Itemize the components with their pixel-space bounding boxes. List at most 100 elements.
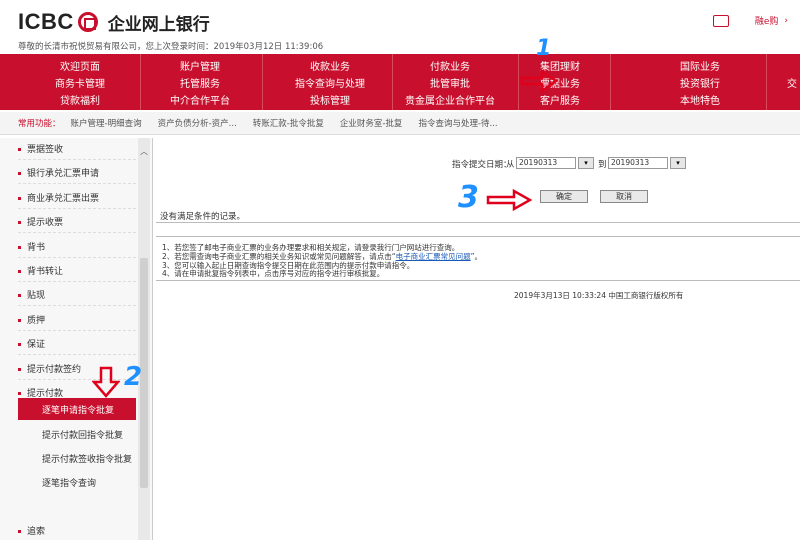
- bullet-icon: [18, 172, 21, 176]
- annotation-number-1: 1: [536, 36, 552, 61]
- quick-function-link[interactable]: 账户管理-明细查询: [71, 117, 142, 129]
- cart-icon[interactable]: [712, 14, 729, 27]
- brand-text: ICBC: [18, 9, 74, 34]
- cancel-button[interactable]: 取消: [600, 190, 648, 203]
- nav-divider: [518, 54, 519, 110]
- from-date-input[interactable]: 20190313: [516, 157, 576, 169]
- logo: ICBC 企业网上银行: [18, 9, 210, 35]
- sidebar-item[interactable]: 保证: [18, 337, 45, 350]
- bullet-icon: [18, 318, 21, 322]
- nav-item[interactable]: 付款业务: [430, 58, 470, 73]
- annotation-arrow-2: [92, 366, 120, 398]
- tip-line: 4、请在申请批复指令列表中，点击序号对应的指令进行审核批复。: [162, 269, 385, 279]
- annotation-number-3: 3: [458, 180, 479, 215]
- sidebar-divider: [18, 159, 136, 160]
- divider: [156, 236, 800, 237]
- main-nav: 欢迎页面 账户管理 收款业务 付款业务 集团理财 国际业务 商务卡管理 托管服务 指令查询与处理…: [0, 54, 800, 110]
- sidebar-item-label: 票据签收: [27, 145, 64, 155]
- bullet-icon: [18, 530, 21, 533]
- quick-function-link[interactable]: 转账汇款-批令批复: [253, 117, 324, 129]
- chevron-right-icon[interactable]: ›: [784, 16, 788, 26]
- sidebar-item[interactable]: 追索: [18, 524, 45, 537]
- divider: [156, 280, 800, 281]
- nav-item[interactable]: 国际业务: [680, 58, 720, 73]
- nav-item[interactable]: 投标管理: [310, 92, 350, 107]
- sidebar-item[interactable]: 质押: [18, 313, 45, 326]
- nav-item[interactable]: 托管服务: [180, 75, 220, 90]
- no-result-text: 没有满足条件的记录。: [160, 212, 246, 222]
- nav-item[interactable]: 中介合作平台: [170, 92, 230, 107]
- nav-item[interactable]: 账户管理: [180, 58, 220, 73]
- sidebar-item-label: 贴现: [27, 291, 46, 302]
- sidebar-item-label: 提示收票: [27, 218, 64, 229]
- nav-item[interactable]: 贷款福利: [60, 92, 100, 107]
- nav-divider: [262, 54, 263, 110]
- nav-item[interactable]: 贵金属企业合作平台: [405, 92, 495, 107]
- sidebar-item-label: 质押: [27, 315, 46, 326]
- site-title: 企业网上银行: [107, 14, 210, 35]
- sidebar-item-label: 背书: [27, 242, 46, 253]
- sidebar-item[interactable]: 商业承兑汇票出票: [18, 191, 99, 204]
- sidebar-subitem-label: 逐笔申请指令批复: [42, 406, 115, 416]
- nav-item[interactable]: 商务卡管理: [55, 75, 105, 90]
- tips-block: 1、若您签了邮电子商业汇票的业务办理要求和相关规定，请登录我行门户网站进行查询。…: [162, 243, 482, 279]
- sidebar-item-label: 背书转让: [27, 267, 64, 277]
- to-date-input[interactable]: 20190313: [608, 157, 668, 169]
- bullet-icon: [18, 392, 21, 395]
- emall-link[interactable]: 融e购: [755, 14, 779, 27]
- bullet-icon: [18, 367, 21, 371]
- annotation-arrow-3: [486, 188, 532, 212]
- nav-divider: [140, 54, 141, 110]
- sidebar-divider: [18, 207, 136, 209]
- bullet-icon: [18, 221, 21, 225]
- scroll-up-icon[interactable]: ︿: [140, 146, 148, 157]
- nav-item[interactable]: 收款业务: [310, 58, 350, 73]
- sidebar-item[interactable]: 提示付款签约: [18, 362, 81, 375]
- top-header: ICBC 企业网上银行 尊敬的长清市祝悦贸易有限公司，您上次登录时间：2019年…: [0, 0, 800, 52]
- confirm-button[interactable]: 确定: [540, 190, 588, 203]
- faq-link[interactable]: 电子商业汇票常见问题: [396, 252, 471, 261]
- bullet-icon: [18, 294, 21, 298]
- bullet-icon: [18, 148, 21, 151]
- sidebar-item[interactable]: 背书: [18, 240, 45, 253]
- sidebar-subitem-active[interactable]: 逐笔申请指令批复: [18, 398, 136, 420]
- sidebar-subitem[interactable]: 逐笔指令查询: [42, 476, 96, 489]
- quick-function-link[interactable]: 指令查询与处理-待...: [418, 117, 497, 129]
- sidebar-item[interactable]: 背书转让: [18, 264, 63, 277]
- welcome-text: 尊敬的长清市祝悦贸易有限公司，您上次登录时间：2019年03月12日 11:39…: [18, 42, 324, 52]
- bullet-icon: [18, 196, 21, 200]
- divider: [156, 222, 800, 223]
- sidebar-item[interactable]: 票据签收: [18, 142, 63, 155]
- sidebar-divider: [18, 183, 136, 185]
- nav-item[interactable]: 本地特色: [680, 92, 720, 107]
- bullet-icon: [18, 343, 21, 347]
- sidebar-subitem[interactable]: 提示付款签收指令批复: [42, 452, 132, 465]
- icbc-logo-icon: [77, 12, 98, 32]
- sidebar-item[interactable]: 贴现: [18, 288, 45, 301]
- quick-function-link[interactable]: 资产负债分析-资产...: [158, 117, 237, 129]
- nav-item[interactable]: 欢迎页面: [60, 58, 100, 73]
- from-label: 从: [506, 160, 515, 170]
- nav-item[interactable]: 指令查询与处理: [295, 75, 365, 90]
- bullet-icon: [18, 270, 21, 273]
- calendar-icon[interactable]: ▾: [670, 157, 686, 169]
- sidebar-item[interactable]: 银行承兑汇票申请: [18, 166, 99, 179]
- nav-item[interactable]: 批管审批: [430, 75, 470, 90]
- nav-item[interactable]: 投资银行: [680, 75, 720, 90]
- sidebar-divider: [18, 256, 136, 258]
- calendar-icon[interactable]: ▾: [578, 157, 594, 169]
- quick-label: 常用功能：: [18, 119, 61, 129]
- sidebar: ︿ 票据签收银行承兑汇票申请商业承兑汇票出票 提示收票背书背书转让贴现质押保证提示…: [0, 138, 153, 540]
- sidebar-scrollbar[interactable]: ︿: [138, 138, 150, 540]
- sidebar-divider: [18, 281, 136, 282]
- footer-text: 2019年3月13日 10:33:24 中国工商银行版权所有: [514, 291, 684, 300]
- sidebar-subitem[interactable]: 提示付款回指令批复: [42, 428, 123, 441]
- sidebar-item[interactable]: 提示收票: [18, 215, 63, 228]
- sidebar-item-label: 商业承兑汇票出票: [27, 193, 100, 204]
- to-label: 到: [598, 160, 607, 170]
- nav-item[interactable]: 交: [787, 75, 797, 90]
- quick-function-link[interactable]: 企业财务室-批复: [340, 117, 403, 129]
- quick-functions-bar: 常用功能： 账户管理-明细查询 资产负债分析-资产... 转账汇款-批令批复 企业财务…: [0, 112, 800, 135]
- sidebar-divider: [18, 305, 136, 307]
- sidebar-divider: [18, 232, 136, 234]
